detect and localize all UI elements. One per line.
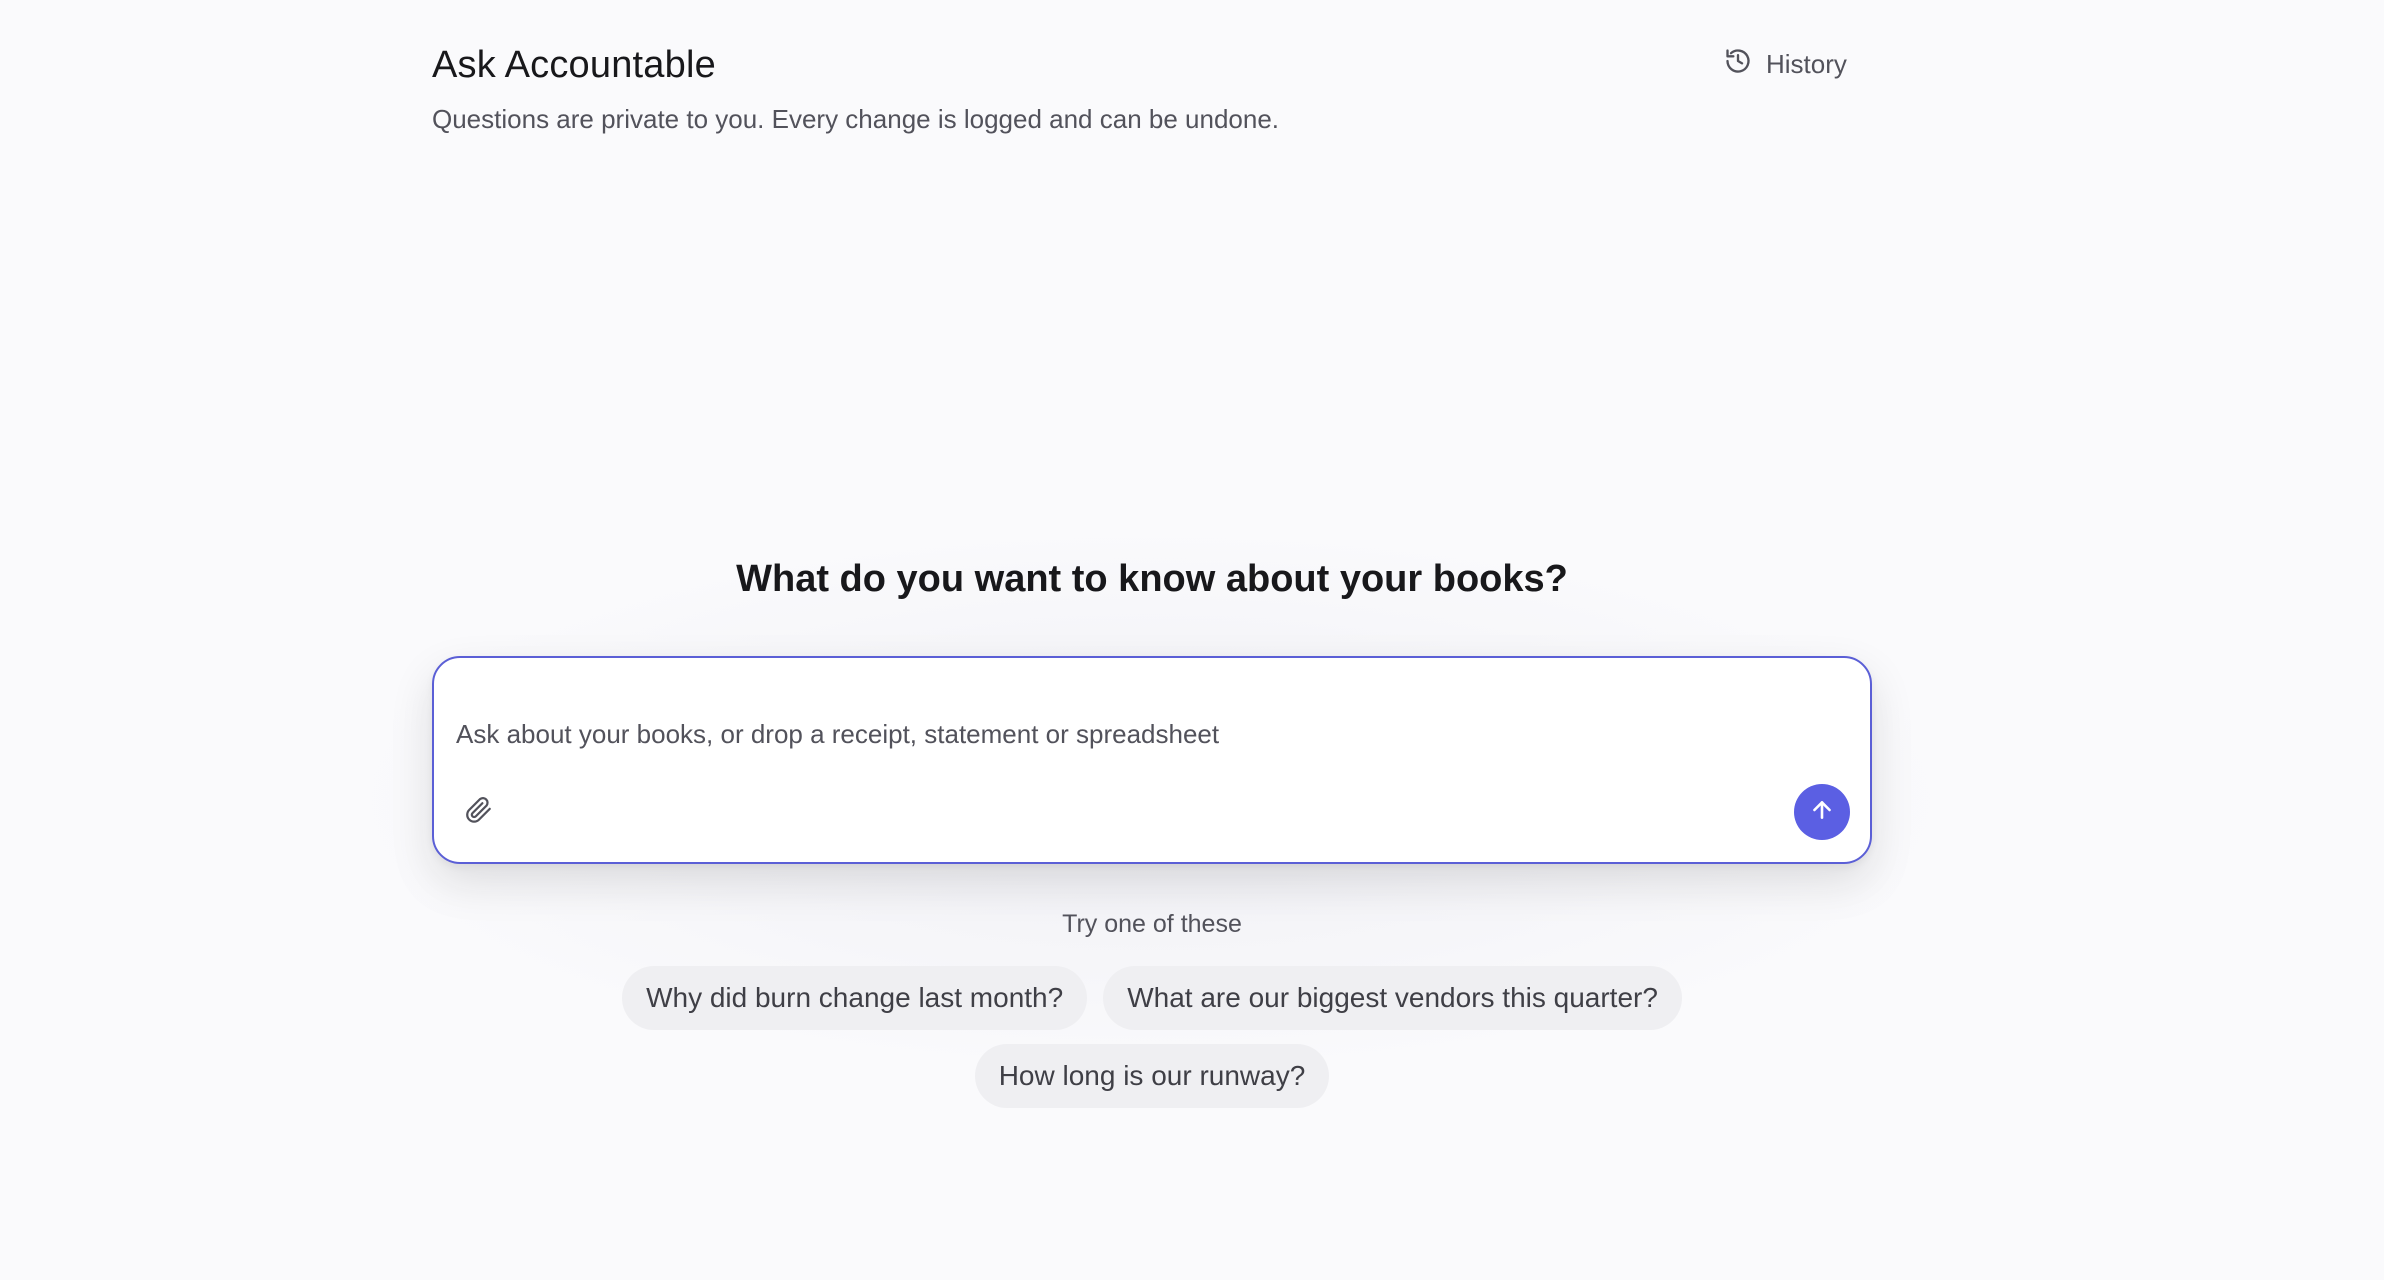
paperclip-icon — [463, 795, 493, 830]
suggestion-chip-biggest-vendors[interactable]: What are our biggest vendors this quarte… — [1103, 966, 1682, 1030]
suggestion-row: How long is our runway? — [0, 1044, 2304, 1108]
composer — [432, 656, 1872, 864]
page-title: Ask Accountable — [432, 44, 716, 86]
prompt-heading: What do you want to know about your book… — [736, 558, 1568, 600]
send-button[interactable] — [1794, 784, 1850, 840]
attach-button[interactable] — [454, 788, 502, 836]
suggestion-chip-burn-change[interactable]: Why did burn change last month? — [622, 966, 1088, 1030]
arrow-up-icon — [1809, 797, 1835, 828]
history-button[interactable]: History — [1720, 44, 1851, 84]
suggestion-row: Why did burn change last month? What are… — [0, 966, 2304, 1030]
ask-page: Ask Accountable Questions are private to… — [0, 0, 2384, 1280]
suggestions-label: Try one of these — [1062, 910, 1242, 938]
ask-input[interactable] — [456, 714, 1836, 754]
suggestion-chip-runway[interactable]: How long is our runway? — [974, 1044, 1330, 1108]
page-subtitle: Questions are private to you. Every chan… — [432, 104, 1280, 134]
history-label: History — [1766, 48, 1847, 79]
history-icon — [1724, 47, 1752, 82]
